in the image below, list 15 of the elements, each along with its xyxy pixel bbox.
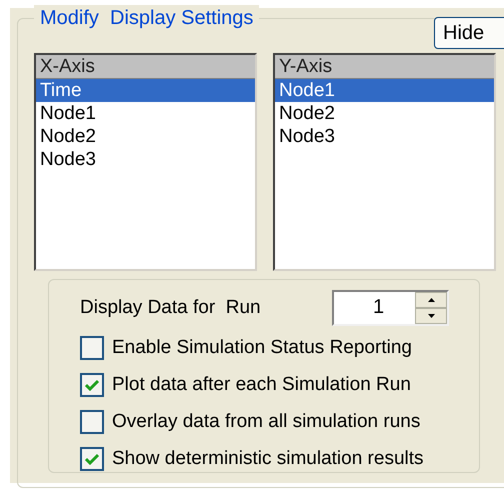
axis-list[interactable]: Y-Axis Node1 Node2 Node3: [273, 53, 496, 271]
list-item[interactable]: Time: [36, 79, 255, 102]
axis-list[interactable]: X-Axis Time Node1 Node2 Node3: [34, 53, 257, 271]
option-label: Show deterministic simulation results: [112, 447, 424, 471]
run-spinner[interactable]: 1: [332, 290, 449, 326]
run-value: 1: [372, 295, 386, 320]
list-header: Y-Axis: [275, 55, 494, 79]
option-label: Overlay data from all simulation runs: [112, 410, 420, 434]
list-header: X-Axis: [36, 55, 255, 79]
option-label: Plot data after each Simulation Run: [112, 373, 411, 397]
group-title: Modify Display Settings: [34, 5, 260, 31]
hide-button[interactable]: Hide: [434, 17, 504, 49]
run-label: Display Data for Run: [80, 296, 262, 320]
list-item[interactable]: Node1: [275, 79, 494, 102]
option-label: Enable Simulation Status Reporting: [112, 336, 412, 360]
